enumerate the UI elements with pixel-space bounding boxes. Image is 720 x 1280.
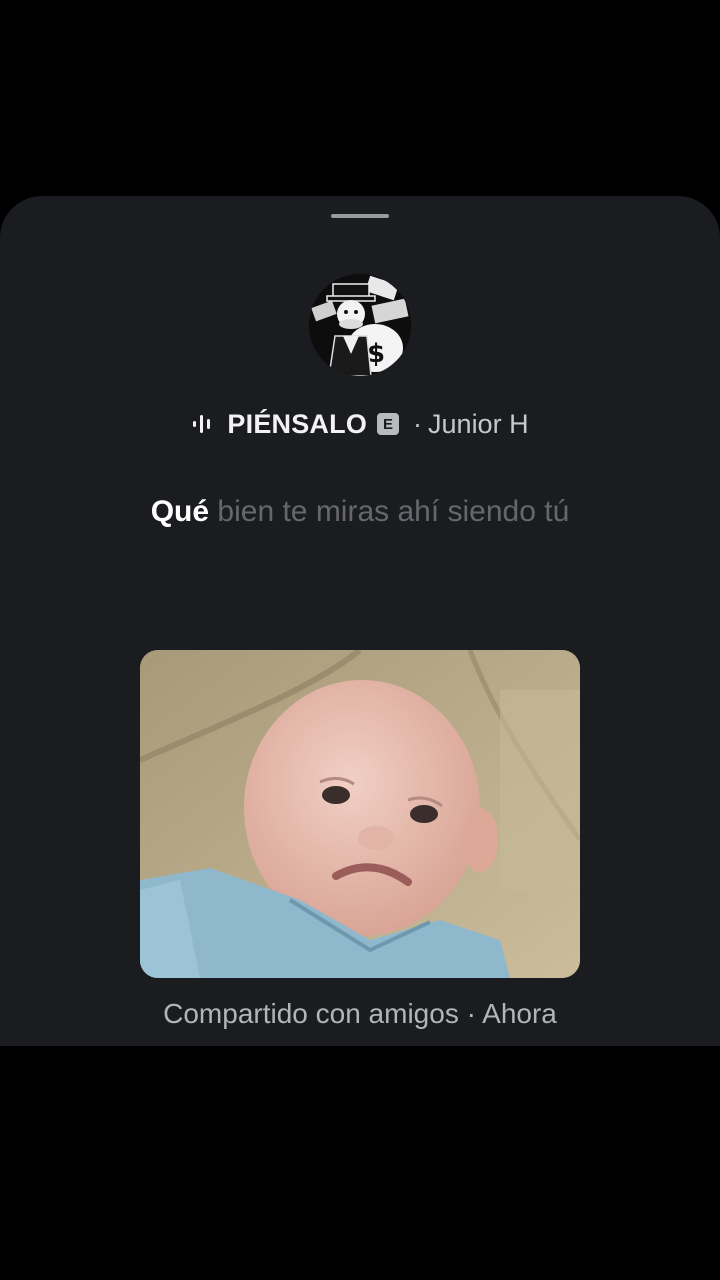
song-title: PIÉNSALO bbox=[227, 408, 368, 439]
album-cover[interactable]: $ bbox=[309, 274, 411, 376]
shared-photo[interactable] bbox=[140, 650, 580, 978]
artist-name[interactable]: Junior H bbox=[428, 409, 529, 440]
sound-wave-icon bbox=[191, 413, 213, 435]
lyric-active-word: Qué bbox=[150, 495, 210, 528]
screen: $ PIÉNSALO E · Junior H Qué bien te mira… bbox=[0, 0, 720, 1280]
drag-handle[interactable] bbox=[331, 214, 389, 218]
explicit-badge-icon: E bbox=[377, 413, 400, 435]
share-sheet: $ PIÉNSALO E · Junior H Qué bien te mira… bbox=[0, 196, 720, 1046]
share-caption: Compartido con amigos · Ahora bbox=[163, 998, 557, 1029]
song-info-row[interactable]: PIÉNSALO E · Junior H bbox=[0, 402, 720, 446]
lyric-upcoming-text: bien te miras ahí siendo tú bbox=[217, 495, 570, 528]
lyric-line: Qué bien te miras ahí siendo tú bbox=[0, 492, 720, 532]
separator: · bbox=[413, 408, 423, 439]
